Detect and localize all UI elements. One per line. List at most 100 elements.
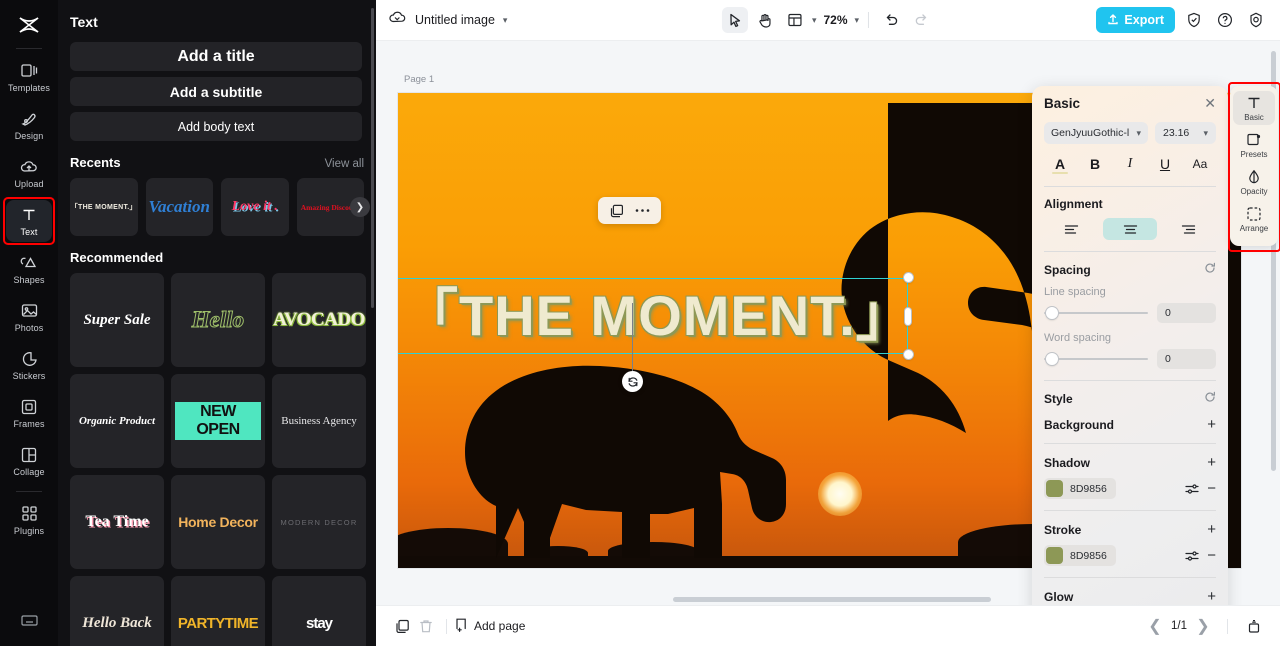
select-tool[interactable] — [721, 7, 748, 33]
shadow-settings-sliders-icon[interactable] — [1185, 483, 1200, 495]
shadow-row[interactable]: Shadow + — [1044, 455, 1216, 470]
resize-handle-bottom-right[interactable] — [904, 350, 913, 359]
shadow-color-swatch[interactable] — [1046, 480, 1063, 497]
plus-icon[interactable]: + — [1207, 522, 1216, 537]
recommended-item[interactable]: PARTYTIME — [171, 576, 265, 646]
right-rail-item-presets[interactable]: Presets — [1233, 128, 1275, 162]
settings-gear-icon[interactable] — [1244, 8, 1268, 32]
chevron-right-icon[interactable]: ❯ — [350, 197, 370, 217]
add-body-text-button[interactable]: Add body text — [70, 112, 362, 141]
recommended-item[interactable]: Tea Time — [70, 475, 164, 569]
bold-icon[interactable]: B — [1083, 153, 1107, 175]
recommended-item[interactable]: NEW OPEN — [171, 374, 265, 468]
recommended-item[interactable]: Hello — [171, 273, 265, 367]
underline-icon[interactable]: U — [1153, 153, 1177, 175]
line-spacing-slider[interactable] — [1044, 307, 1148, 319]
trash-icon[interactable] — [414, 614, 438, 638]
recommended-item[interactable]: Home Decor — [171, 475, 265, 569]
shadow-color-picker[interactable]: 8D9856 — [1044, 478, 1116, 499]
canvas-text-object[interactable]: 「THE MOMENT.」 — [398, 273, 913, 359]
plus-icon[interactable]: + — [1207, 417, 1216, 432]
right-rail-item-arrange[interactable]: Arrange — [1233, 202, 1275, 236]
word-spacing-value[interactable]: 0 — [1157, 349, 1216, 369]
sidebar-item-shapes[interactable]: Shapes — [6, 248, 52, 290]
sidebar-item-upload[interactable]: Upload — [6, 152, 52, 194]
document-title[interactable]: Untitled image — [415, 13, 495, 27]
duplicate-page-icon[interactable] — [390, 614, 414, 638]
stroke-settings-sliders-icon[interactable] — [1185, 550, 1200, 562]
sidebar-item-templates[interactable]: Templates — [6, 56, 52, 98]
more-options-icon[interactable] — [632, 201, 652, 221]
sidebar-item-frames[interactable]: Frames — [6, 392, 52, 434]
rotate-handle-icon[interactable] — [622, 371, 643, 392]
recommended-item[interactable]: Super Sale — [70, 273, 164, 367]
sidebar-item-design[interactable]: Design — [6, 104, 52, 146]
background-row[interactable]: Background + — [1044, 417, 1216, 432]
italic-icon[interactable]: I — [1118, 153, 1142, 175]
recommended-item[interactable]: Business Agency — [272, 374, 366, 468]
chevron-left-icon[interactable]: ❮ — [1145, 616, 1165, 636]
hand-tool[interactable] — [752, 7, 778, 33]
resize-handle-top-right[interactable] — [904, 273, 913, 282]
object-context-toolbar[interactable] — [598, 197, 661, 224]
font-size-select[interactable]: 23.16 ▾ — [1155, 122, 1216, 144]
align-left-icon[interactable] — [1044, 218, 1099, 240]
recent-item[interactable]: Vacation — [145, 178, 213, 236]
undo-button[interactable] — [878, 7, 904, 33]
recommended-item[interactable]: Hello Back — [70, 576, 164, 646]
chevron-down-icon[interactable]: ▾ — [855, 15, 860, 26]
right-rail-item-opacity[interactable]: Opacity — [1233, 165, 1275, 199]
shield-check-icon[interactable] — [1182, 8, 1206, 32]
text-color-icon[interactable]: A — [1048, 153, 1072, 175]
add-title-button[interactable]: Add a title — [70, 42, 362, 71]
align-right-icon[interactable] — [1161, 218, 1216, 240]
add-subtitle-button[interactable]: Add a subtitle — [70, 77, 362, 106]
panel-scrollbar[interactable] — [371, 8, 374, 308]
text-case-icon[interactable]: Aa — [1188, 153, 1212, 175]
plus-icon[interactable]: + — [1207, 589, 1216, 604]
right-rail-item-basic[interactable]: Basic — [1233, 91, 1275, 125]
reset-icon[interactable] — [1204, 262, 1216, 277]
font-family-select[interactable]: GenJyuuGothic-l ▾ — [1044, 122, 1148, 144]
slider-knob[interactable] — [1046, 353, 1058, 365]
duplicate-icon[interactable] — [607, 201, 627, 221]
sidebar-item-plugins[interactable]: Plugins — [6, 499, 52, 541]
stroke-color-picker[interactable]: 8D9856 — [1044, 545, 1116, 566]
chevron-down-icon[interactable]: ▾ — [503, 15, 508, 26]
plus-icon[interactable]: + — [1207, 455, 1216, 470]
cloud-save-icon[interactable] — [388, 10, 407, 30]
sidebar-item-photos[interactable]: Photos — [6, 296, 52, 338]
stroke-row[interactable]: Stroke + — [1044, 522, 1216, 537]
add-page-button[interactable]: Add page — [455, 617, 525, 635]
close-x-icon[interactable]: ✕ — [1204, 95, 1216, 112]
recommended-item[interactable]: AVOCADO — [272, 273, 366, 367]
word-spacing-slider[interactable] — [1044, 353, 1148, 365]
recommended-item[interactable]: stay — [272, 576, 366, 646]
recommended-item[interactable]: Organic Product — [70, 374, 164, 468]
capcut-logo-icon[interactable] — [10, 8, 48, 42]
recent-item[interactable]: Love it . — [221, 178, 289, 236]
shadow-remove-minus-icon[interactable]: − — [1207, 481, 1216, 496]
resize-handle-right[interactable] — [905, 308, 911, 325]
zoom-level[interactable]: 72% — [820, 13, 850, 27]
sidebar-item-text[interactable]: Text — [3, 197, 55, 245]
help-question-icon[interactable] — [1213, 8, 1237, 32]
recents-view-all-link[interactable]: View all — [325, 158, 364, 170]
keyboard-shortcuts-icon[interactable] — [20, 614, 38, 632]
recent-item[interactable]: 「THE MOMENT.」 — [70, 178, 138, 236]
redo-button[interactable] — [908, 7, 934, 33]
canvas-viewport[interactable]: Page 1 「THE MOMENT.」 Basic ✕ GenJyuuGoth… — [376, 41, 1280, 605]
stroke-remove-minus-icon[interactable]: − — [1207, 548, 1216, 563]
layout-tool[interactable] — [782, 7, 808, 33]
pages-panel-icon[interactable] — [1242, 614, 1266, 638]
line-spacing-value[interactable]: 0 — [1157, 303, 1216, 323]
canvas-horizontal-scrollbar[interactable] — [673, 597, 991, 602]
sidebar-item-stickers[interactable]: Stickers — [6, 344, 52, 386]
stroke-color-swatch[interactable] — [1046, 547, 1063, 564]
export-button[interactable]: Export — [1096, 7, 1175, 33]
chevron-right-icon[interactable]: ❯ — [1193, 616, 1213, 636]
chevron-down-icon[interactable]: ▾ — [812, 15, 817, 26]
recommended-item[interactable]: MODERN DECOR — [272, 475, 366, 569]
align-center-icon[interactable] — [1102, 218, 1158, 240]
slider-knob[interactable] — [1046, 307, 1058, 319]
